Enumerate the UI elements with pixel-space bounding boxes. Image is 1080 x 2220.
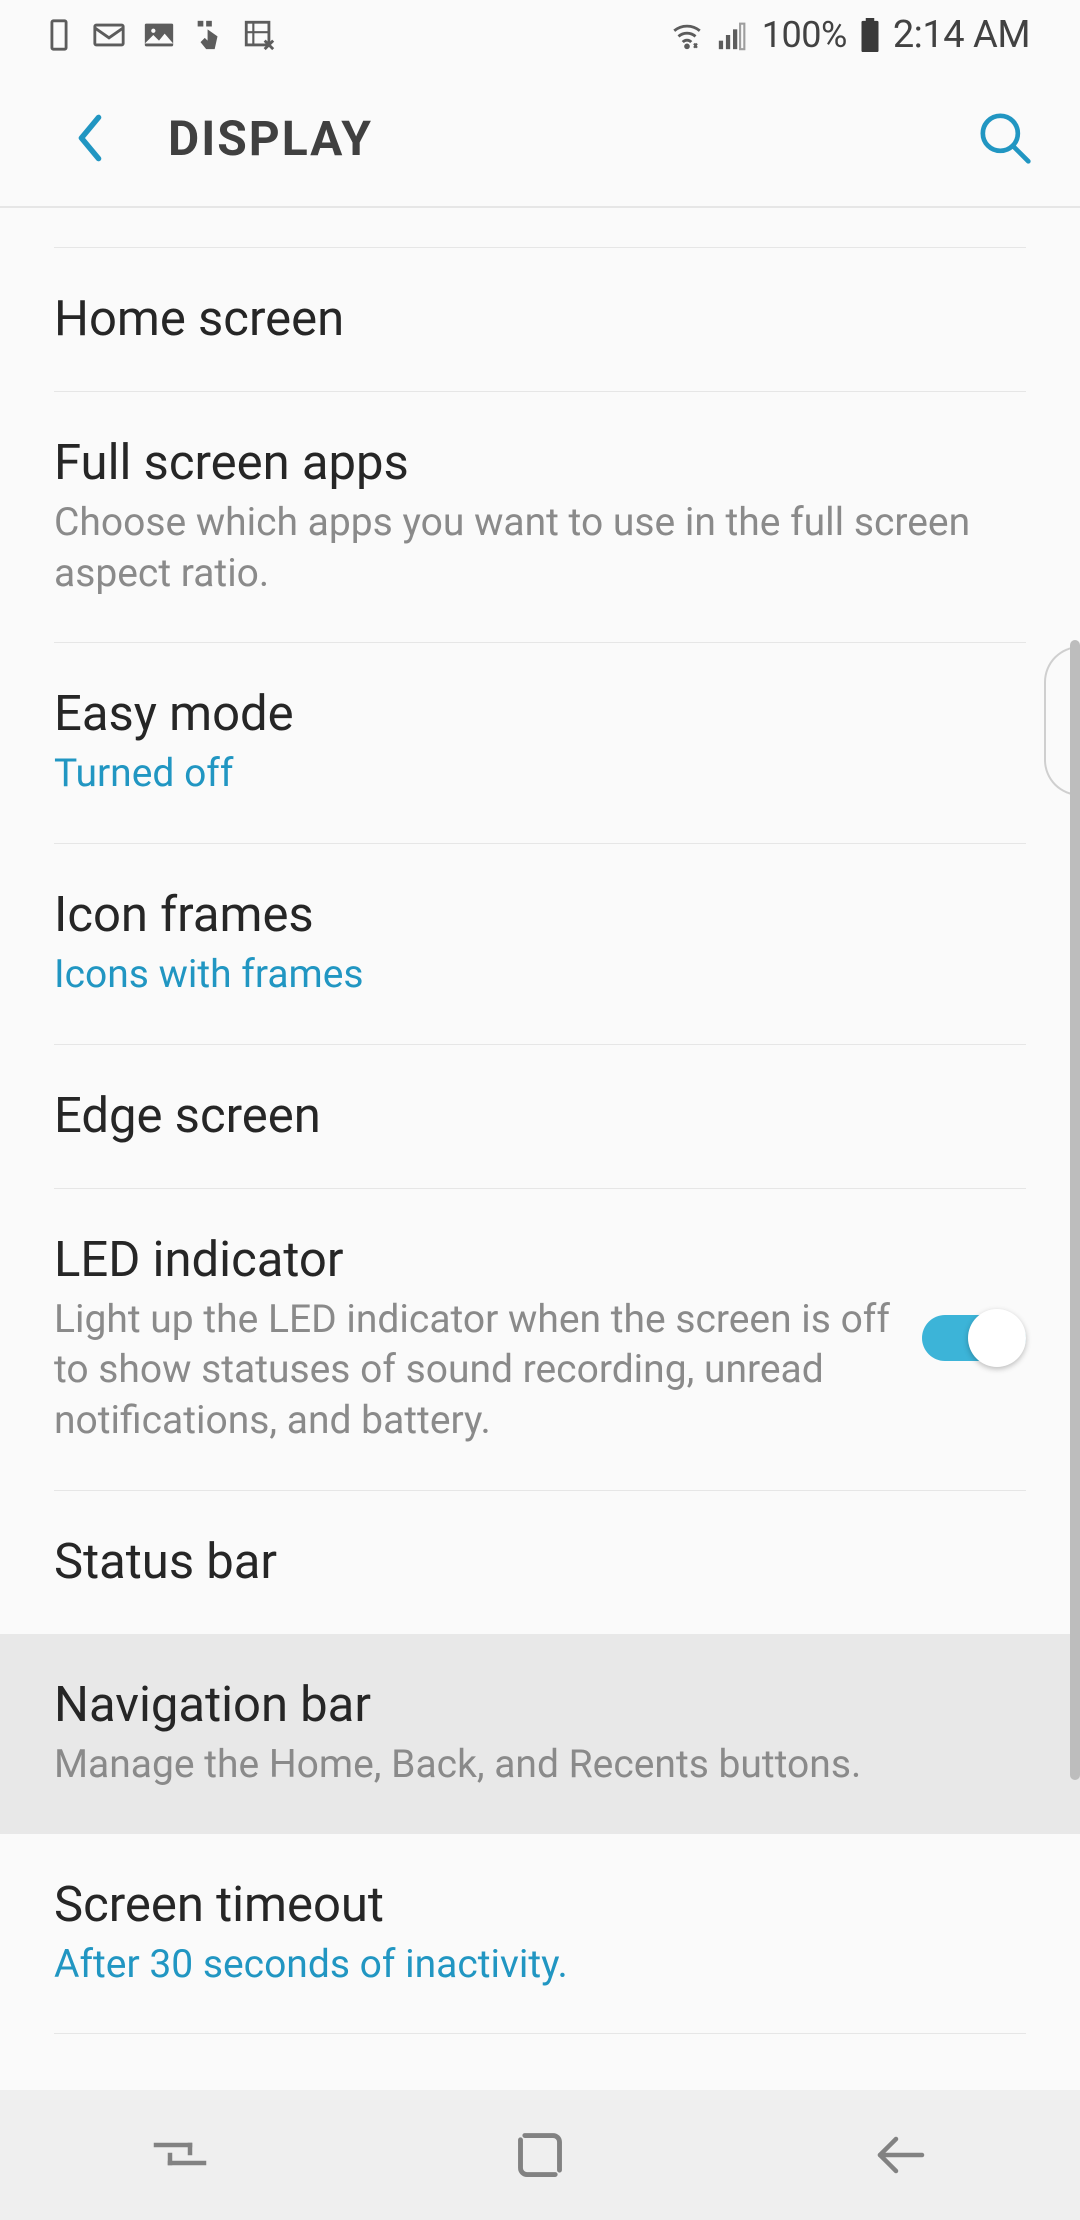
row-subtitle: Icons with frames [54, 949, 1026, 1000]
status-bar: 100% 2:14 AM [0, 0, 1080, 70]
time-text: 2:14 AM [893, 13, 1030, 57]
search-icon [977, 110, 1033, 166]
row-easy-mode[interactable]: Easy mode Turned off [54, 643, 1026, 844]
page-title: DISPLAY [168, 110, 373, 167]
recents-icon [150, 2135, 210, 2175]
battery-icon [859, 18, 881, 52]
row-subtitle: Turned off [54, 748, 1026, 799]
row-status-bar[interactable]: Status bar [54, 1491, 1026, 1634]
row-subtitle: Light up the LED indicator when the scre… [54, 1294, 892, 1446]
row-subtitle: After 30 seconds of inactivity. [54, 1939, 1026, 1990]
row-title: Full screen apps [54, 434, 1026, 491]
recents-button[interactable] [120, 2125, 240, 2185]
back-button[interactable] [60, 108, 120, 168]
row-home-screen[interactable]: Home screen [54, 248, 1026, 392]
status-left-icons [42, 18, 276, 52]
signal-icon [716, 18, 750, 52]
row-led-indicator[interactable]: LED indicator Light up the LED indicator… [54, 1189, 1026, 1491]
touch-icon [192, 18, 226, 52]
led-toggle[interactable] [922, 1309, 1026, 1367]
row-title: Icon frames [54, 886, 1026, 943]
chevron-left-icon [75, 114, 105, 162]
gmail-icon [92, 18, 126, 52]
settings-list: Home screen Full screen apps Choose whic… [0, 208, 1080, 2062]
row-screen-timeout[interactable]: Screen timeout After 30 seconds of inact… [54, 1834, 1026, 2035]
row-navigation-bar[interactable]: Navigation bar Manage the Home, Back, an… [0, 1634, 1080, 1834]
row-icon-frames[interactable]: Icon frames Icons with frames [54, 844, 1026, 1045]
navigation-bar [0, 2090, 1080, 2220]
row-title: Edge screen [54, 1087, 1026, 1144]
scrollbar[interactable] [1070, 640, 1080, 1780]
partial-row-top [54, 208, 1026, 248]
nav-back-button[interactable] [840, 2125, 960, 2185]
status-right: 100% 2:14 AM [670, 13, 1030, 57]
row-edge-screen[interactable]: Edge screen [54, 1045, 1026, 1189]
row-subtitle: Manage the Home, Back, and Recents butto… [54, 1739, 1026, 1790]
row-subtitle: Choose which apps you want to use in the… [54, 497, 1026, 598]
row-title: Screen timeout [54, 1876, 1026, 1933]
home-icon [514, 2129, 566, 2181]
row-title: Home screen [54, 290, 1026, 347]
toggle-thumb [968, 1309, 1026, 1367]
row-full-screen-apps[interactable]: Full screen apps Choose which apps you w… [54, 392, 1026, 643]
portrait-icon [42, 18, 76, 52]
battery-percent: 100% [762, 14, 847, 56]
home-button[interactable] [480, 2125, 600, 2185]
row-title: LED indicator [54, 1231, 892, 1288]
row-title: Status bar [54, 1533, 1026, 1590]
back-arrow-icon [870, 2133, 930, 2177]
row-title: Navigation bar [54, 1676, 1026, 1733]
search-button[interactable] [970, 103, 1040, 173]
app-icon [242, 18, 276, 52]
gallery-icon [142, 18, 176, 52]
app-bar: DISPLAY [0, 70, 1080, 208]
row-title: Easy mode [54, 685, 1026, 742]
wifi-icon [670, 18, 704, 52]
